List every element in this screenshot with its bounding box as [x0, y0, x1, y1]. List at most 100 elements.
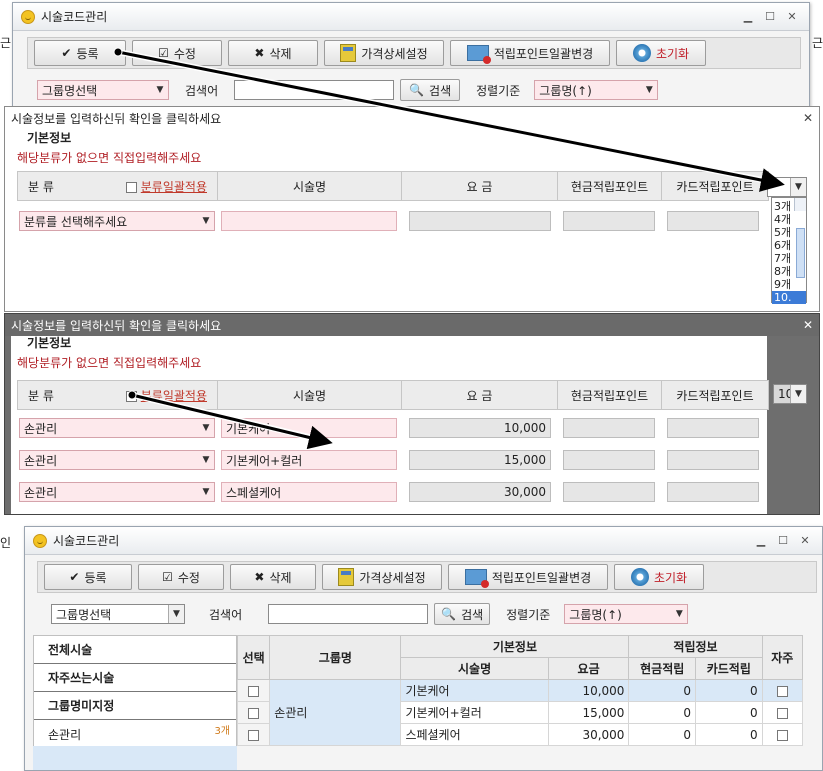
bulk-apply[interactable]: 분류일괄적용: [125, 178, 207, 195]
dialog-title-bar[interactable]: 시술정보를 입력하신뒤 확인을 클릭하세요 ✕: [5, 314, 819, 336]
window-titlebar[interactable]: 시술코드관리 ▁ ☐ ✕: [25, 527, 822, 555]
maximize-icon[interactable]: ☐: [761, 9, 779, 25]
cash-point-input[interactable]: [563, 450, 655, 470]
card-cell: 0: [695, 679, 763, 702]
hint-text: 해당분류가 없으면 직접입력해주세요: [17, 356, 202, 370]
card-header: 카드적립: [695, 657, 763, 680]
frequent-checkbox[interactable]: [776, 707, 788, 719]
category-select[interactable]: 손관리 ▼: [19, 482, 215, 502]
procedure-table: 선택 그룹명 기본정보 적립정보 자주 시술명 요금 현금적립 카드적립 손관리…: [236, 635, 804, 746]
name-input[interactable]: 스페셜케어: [221, 482, 397, 502]
search-button[interactable]: 🔍 검색: [434, 603, 491, 625]
cash-cell: 0: [628, 679, 697, 702]
category-select[interactable]: 손관리 ▼: [19, 450, 215, 470]
chevron-down-icon: ▼: [675, 609, 683, 619]
price-input[interactable]: 10,000: [409, 418, 551, 438]
edit-button[interactable]: ☑ 수정: [132, 40, 222, 66]
row-select-checkbox[interactable]: [248, 685, 260, 697]
card-point-input[interactable]: [667, 482, 759, 502]
edge-fragment: 근: [812, 36, 823, 50]
close-icon[interactable]: ✕: [803, 111, 813, 125]
point-bulk-button[interactable]: 적립포인트일괄변경: [448, 564, 608, 590]
close-icon[interactable]: ✕: [803, 318, 813, 332]
delete-button[interactable]: ✖ 삭제: [228, 40, 318, 66]
bulk-apply-checkbox[interactable]: [125, 181, 137, 193]
row-select-checkbox[interactable]: [248, 707, 260, 719]
count-option[interactable]: 4개: [772, 213, 806, 226]
cash-point-input[interactable]: [563, 418, 655, 438]
search-button[interactable]: 🔍 검색: [400, 79, 461, 101]
card-point-header: 카드적립포인트: [676, 388, 754, 403]
card-point-input[interactable]: [667, 450, 759, 470]
minimize-icon[interactable]: ▁: [739, 9, 757, 25]
sort-select[interactable]: 그룹명(↑) ▼: [534, 80, 659, 100]
search-input[interactable]: [268, 604, 429, 624]
count-option-selected[interactable]: 10.: [772, 291, 806, 304]
chevron-down-icon: ▼: [790, 178, 806, 196]
cash-point-input[interactable]: [563, 211, 655, 231]
section-title: 기본정보: [27, 336, 72, 350]
cash-point-header: 현금적립포인트: [558, 172, 662, 200]
cash-cell: 0: [628, 701, 697, 724]
dialog-row: 손관리 ▼ 기본케어 10,000: [19, 418, 759, 438]
count-dropdown[interactable]: 3개 4개 5개 6개 7개 8개 9개 10.: [771, 197, 807, 304]
check-icon: ✔: [69, 570, 80, 584]
point-bulk-button[interactable]: 적립포인트일괄변경: [450, 40, 610, 66]
group-item-unassigned[interactable]: 그룹명미지정: [34, 692, 236, 720]
category-select[interactable]: 분류를 선택해주세요 ▼: [19, 211, 215, 231]
edit-button[interactable]: ☑ 수정: [138, 564, 224, 590]
minimize-icon[interactable]: ▁: [752, 533, 770, 549]
search-input[interactable]: [234, 80, 395, 100]
edge-fragment: 근: [0, 36, 12, 50]
price-input[interactable]: 30,000: [409, 482, 551, 502]
bulk-apply-checkbox[interactable]: [125, 388, 137, 402]
name-input[interactable]: 기본케어: [221, 418, 397, 438]
card-point-input[interactable]: [667, 418, 759, 438]
group-select[interactable]: 그룹명선택 ▼: [37, 80, 169, 100]
count-select[interactable]: ▼: [767, 177, 807, 197]
group-header: 그룹명: [269, 635, 402, 680]
card-cell: 0: [695, 701, 763, 724]
dropdown-scrollbar[interactable]: [794, 198, 806, 278]
group-item-hand-care[interactable]: 손관리 3개: [34, 720, 236, 748]
price-input[interactable]: [409, 211, 551, 231]
price-cell: 30,000: [547, 723, 630, 746]
cash-point-input[interactable]: [563, 482, 655, 502]
basic-info-header: 기본정보: [400, 635, 630, 658]
row-select-checkbox[interactable]: [248, 729, 260, 741]
sort-select[interactable]: 그룹명(↑) ▼: [564, 604, 689, 624]
dialog-title-bar[interactable]: 시술정보를 입력하신뒤 확인을 클릭하세요 ✕: [5, 107, 819, 129]
register-button[interactable]: ✔ 등록: [44, 564, 132, 590]
scrollbar-thumb[interactable]: [796, 228, 805, 278]
delete-button[interactable]: ✖ 삭제: [230, 564, 316, 590]
price-detail-button[interactable]: 가격상세설정: [324, 40, 444, 66]
search-label: 검색어: [209, 607, 243, 622]
chevron-down-icon: ▼: [168, 605, 184, 623]
group-item-all[interactable]: 전체시술: [34, 636, 236, 664]
count-option[interactable]: 9개: [772, 278, 806, 291]
frequent-checkbox[interactable]: [776, 685, 788, 697]
name-input[interactable]: 기본케어+컬러: [221, 450, 397, 470]
close-icon[interactable]: ✕: [783, 9, 801, 25]
group-select[interactable]: 그룹명선택 ▼: [51, 604, 185, 624]
category-select[interactable]: 손관리 ▼: [19, 418, 215, 438]
bulk-apply[interactable]: 분류일괄적용: [125, 387, 207, 404]
count-select[interactable]: 10 ▼: [773, 384, 807, 404]
window-titlebar[interactable]: 시술코드관리 ▁ ☐ ✕: [13, 3, 809, 31]
name-input[interactable]: [221, 211, 397, 231]
dialog-row: 분류를 선택해주세요 ▼: [19, 211, 759, 231]
edge-fragment: 인: [0, 536, 12, 550]
table-row[interactable]: 손관리 기본케어 10,000 0 0: [236, 679, 804, 746]
group-item-frequent[interactable]: 자주쓰는시술: [34, 664, 236, 692]
reset-button[interactable]: 초기화: [614, 564, 704, 590]
group-cell: 손관리: [269, 679, 402, 746]
reset-button[interactable]: 초기화: [616, 40, 706, 66]
price-input[interactable]: 15,000: [409, 450, 551, 470]
maximize-icon[interactable]: ☐: [774, 533, 792, 549]
count-badge: 3개: [214, 726, 230, 737]
price-detail-button[interactable]: 가격상세설정: [322, 564, 442, 590]
register-button[interactable]: ✔ 등록: [34, 40, 126, 66]
close-icon[interactable]: ✕: [796, 533, 814, 549]
frequent-checkbox[interactable]: [776, 729, 788, 741]
card-point-input[interactable]: [667, 211, 759, 231]
